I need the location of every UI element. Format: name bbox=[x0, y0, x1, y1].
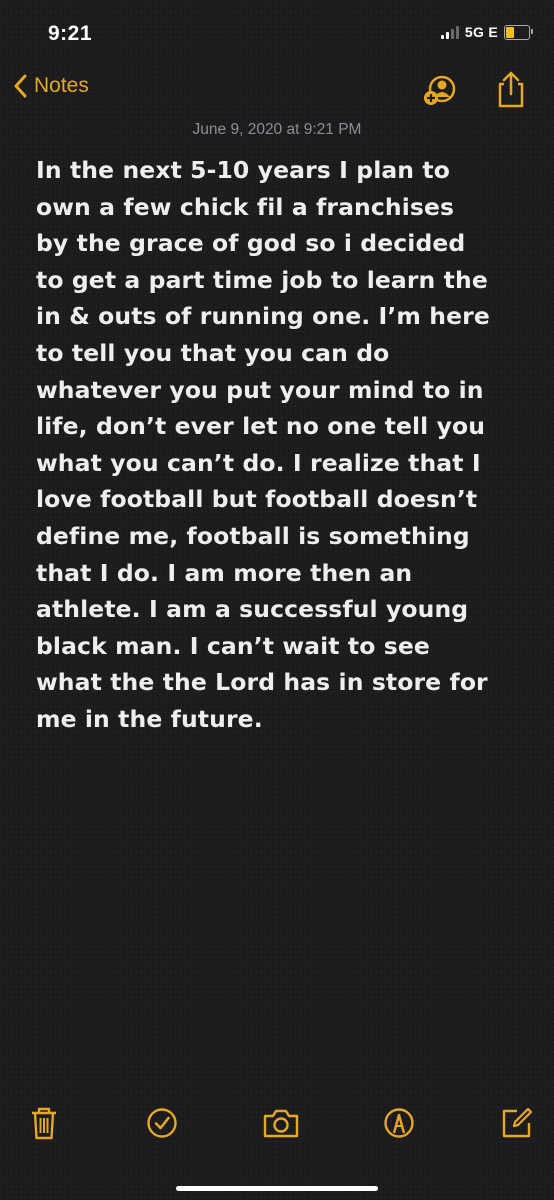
note-line: what the the Lord has in store for bbox=[36, 668, 488, 697]
note-line: what you can’t do. I realize that I bbox=[36, 448, 481, 477]
note-line: life, don’t ever let no one tell you bbox=[36, 412, 486, 441]
share-button[interactable] bbox=[494, 70, 528, 115]
back-button[interactable]: Notes bbox=[14, 74, 89, 98]
note-line: love football but football doesn’t bbox=[36, 485, 478, 514]
note-line: athlete. I am a successful young bbox=[36, 595, 469, 624]
add-person-button[interactable] bbox=[420, 70, 460, 115]
note-body[interactable]: In the next 5-10 years I plan to own a fe… bbox=[36, 152, 526, 738]
home-indicator[interactable] bbox=[176, 1186, 378, 1191]
note-line: by the grace of god so i decided bbox=[36, 229, 466, 258]
bottom-toolbar bbox=[0, 1100, 554, 1150]
battery-icon bbox=[504, 24, 533, 40]
status-indicators: 5G E bbox=[440, 24, 533, 40]
back-button-label: Notes bbox=[34, 74, 89, 97]
camera-icon bbox=[263, 1109, 299, 1138]
markup-icon bbox=[384, 1108, 414, 1138]
note-line: whatever you put your mind to in bbox=[36, 375, 484, 404]
share-icon bbox=[498, 71, 524, 108]
add-person-icon bbox=[424, 75, 456, 105]
note-line: me in the future. bbox=[36, 704, 263, 733]
note-line: in & outs of running one. I’m here bbox=[36, 302, 490, 331]
checklist-icon bbox=[147, 1108, 177, 1138]
delete-button[interactable] bbox=[30, 1106, 58, 1147]
trash-icon bbox=[32, 1107, 56, 1140]
note-line: own a few chick fil a franchises bbox=[36, 192, 455, 221]
markup-button[interactable] bbox=[382, 1106, 416, 1145]
note-line: that I do. I am more then an bbox=[36, 558, 413, 587]
checklist-button[interactable] bbox=[145, 1106, 179, 1145]
compose-button[interactable] bbox=[500, 1106, 534, 1145]
battery-level bbox=[506, 26, 514, 38]
note-line: black man. I can’t wait to see bbox=[36, 631, 430, 660]
chevron-left-icon bbox=[14, 74, 27, 98]
camera-button[interactable] bbox=[262, 1106, 300, 1145]
network-type: 5G E bbox=[464, 24, 498, 40]
note-line: to tell you that you can do bbox=[36, 338, 390, 367]
cellular-signal-icon bbox=[440, 25, 459, 39]
note-date: June 9, 2020 at 9:21 PM bbox=[192, 121, 362, 138]
status-time: 9:21 bbox=[48, 22, 93, 45]
note-line: In the next 5-10 years I plan to bbox=[36, 156, 450, 184]
note-line: define me, football is something bbox=[36, 521, 470, 550]
status-bar: 9:21 5G E bbox=[0, 0, 554, 66]
compose-icon bbox=[502, 1107, 533, 1138]
navigation-bar: Notes bbox=[0, 66, 554, 116]
note-line: to get a part time job to learn the bbox=[36, 265, 488, 294]
